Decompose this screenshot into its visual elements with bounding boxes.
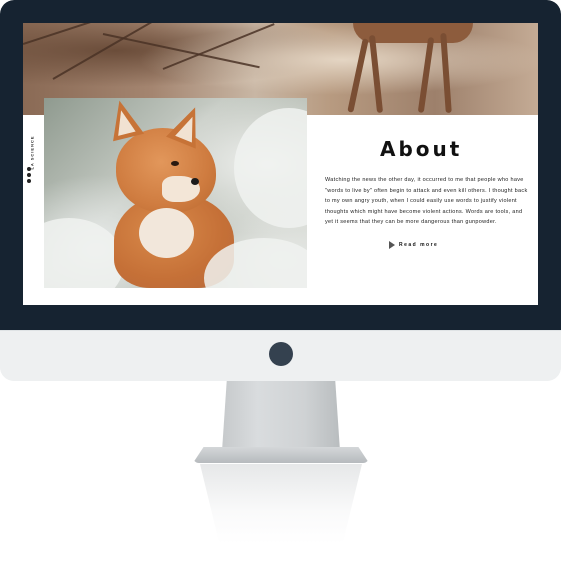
menu-dots-icon[interactable] [27, 167, 32, 185]
fox-nose [191, 178, 199, 185]
website-screen: LA SCIENCE About Watching the news the o… [23, 23, 538, 305]
blur-foliage [44, 218, 124, 288]
deer-leg [347, 38, 369, 113]
monitor: LA SCIENCE About Watching the news the o… [0, 0, 561, 381]
fox-chest [139, 208, 194, 258]
deer-leg [417, 36, 435, 114]
branch-shape [52, 23, 175, 80]
read-more-link[interactable]: Read more [389, 240, 438, 250]
monitor-stand-foot [193, 447, 369, 463]
fox-eye [171, 161, 179, 166]
monitor-stand-neck [222, 381, 340, 451]
branch-shape [162, 23, 275, 70]
play-arrow-icon [389, 241, 395, 249]
branch-shape [23, 23, 138, 45]
deer-leg [440, 32, 452, 114]
read-more-label: Read more [399, 242, 439, 248]
fox-image [44, 98, 307, 288]
blur-foliage [234, 108, 307, 228]
deer-leg [368, 34, 384, 114]
about-body-text: Watching the news the other day, it occu… [325, 177, 528, 225]
monitor-button[interactable] [269, 342, 293, 366]
stand-reflection [200, 464, 362, 544]
about-title: About [380, 137, 463, 161]
fox-head [116, 128, 216, 213]
